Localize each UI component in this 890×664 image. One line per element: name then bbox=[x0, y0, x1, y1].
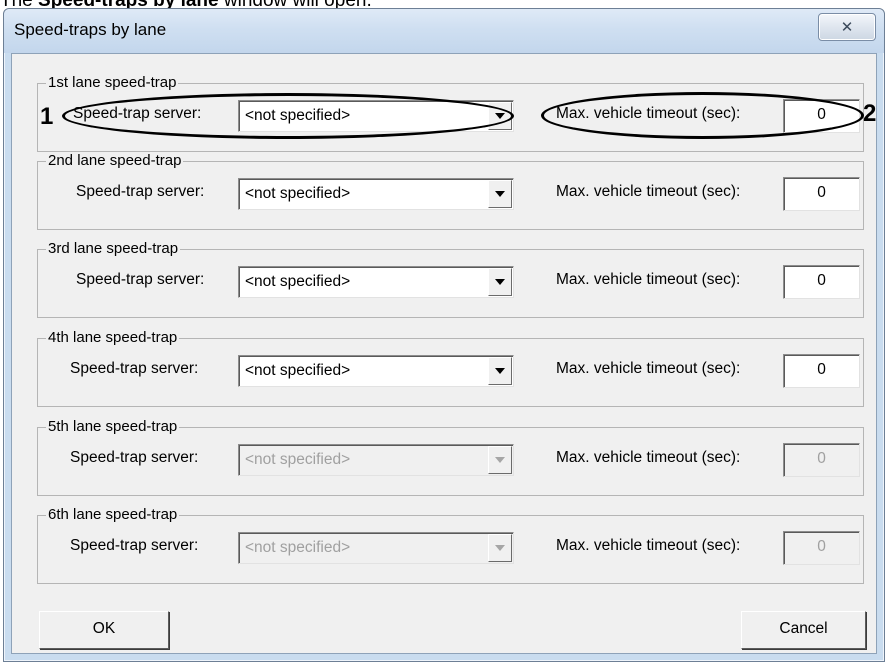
chevron-down-icon bbox=[495, 545, 505, 551]
lane-1-server-select[interactable]: <not specified> bbox=[238, 100, 514, 132]
lane-5-legend: 5th lane speed-trap bbox=[46, 418, 180, 435]
lane-5-server-label: Speed-trap server: bbox=[70, 449, 199, 466]
lane-5-dropdown-button[interactable] bbox=[488, 446, 512, 474]
lane-3-server-select[interactable]: <not specified> bbox=[238, 266, 514, 298]
lane-2-timeout-input[interactable]: 0 bbox=[783, 177, 860, 211]
lane-4-server-select[interactable]: <not specified> bbox=[238, 355, 514, 387]
chevron-down-icon bbox=[495, 191, 505, 197]
cancel-button[interactable]: Cancel bbox=[741, 611, 866, 649]
lane-1-legend: 1st lane speed-trap bbox=[46, 74, 179, 91]
lane-2-server-value: <not specified> bbox=[245, 185, 351, 202]
lane-3-legend: 3rd lane speed-trap bbox=[46, 240, 181, 257]
lane-1-timeout-label: Max. vehicle timeout (sec): bbox=[556, 105, 741, 122]
lane-5-timeout-input[interactable]: 0 bbox=[783, 443, 860, 477]
lane-2-server-select[interactable]: <not specified> bbox=[238, 178, 514, 210]
lane-1-server-label: Speed-trap server: bbox=[73, 105, 202, 122]
title-bar[interactable]: Speed-traps by lane ✕ bbox=[4, 9, 884, 53]
close-icon: ✕ bbox=[840, 18, 854, 36]
close-button[interactable]: ✕ bbox=[818, 13, 876, 41]
lane-5-server-value: <not specified> bbox=[245, 451, 351, 468]
lane-5-timeout-label: Max. vehicle timeout (sec): bbox=[556, 449, 741, 466]
lane-1-timeout-input[interactable]: 0 bbox=[783, 99, 860, 133]
lane-3-dropdown-button[interactable] bbox=[488, 268, 512, 296]
lane-6-server-value: <not specified> bbox=[245, 539, 351, 556]
lane-3-timeout-input[interactable]: 0 bbox=[783, 265, 860, 299]
lane-6-timeout-input[interactable]: 0 bbox=[783, 531, 860, 565]
lane-5-server-select[interactable]: <not specified> bbox=[238, 444, 514, 476]
lane-4-timeout-label: Max. vehicle timeout (sec): bbox=[556, 360, 741, 377]
lane-2-timeout-label: Max. vehicle timeout (sec): bbox=[556, 183, 741, 200]
annotation-marker-2: 2 bbox=[863, 100, 877, 127]
lane-1-dropdown-button[interactable] bbox=[488, 102, 512, 130]
lane-2-dropdown-button[interactable] bbox=[488, 180, 512, 208]
lane-6-group: 6th lane speed-trap Speed-trap server: <… bbox=[37, 506, 864, 584]
dialog-client-area: 1st lane speed-trap Speed-trap server: <… bbox=[11, 53, 877, 654]
lane-3-timeout-label: Max. vehicle timeout (sec): bbox=[556, 271, 741, 288]
lane-4-server-label: Speed-trap server: bbox=[70, 360, 199, 377]
lane-6-dropdown-button[interactable] bbox=[488, 534, 512, 562]
lane-4-server-value: <not specified> bbox=[245, 362, 351, 379]
lane-3-group: 3rd lane speed-trap Speed-trap server: <… bbox=[37, 240, 864, 318]
lane-4-group: 4th lane speed-trap Speed-trap server: <… bbox=[37, 329, 864, 407]
lane-5-group: 5th lane speed-trap Speed-trap server: <… bbox=[37, 418, 864, 496]
ok-button[interactable]: OK bbox=[39, 611, 169, 649]
lane-6-legend: 6th lane speed-trap bbox=[46, 506, 180, 523]
window-title: Speed-traps by lane bbox=[14, 20, 167, 39]
lane-4-timeout-input[interactable]: 0 bbox=[783, 354, 860, 388]
annotation-marker-1: 1 bbox=[40, 103, 54, 130]
lane-3-server-label: Speed-trap server: bbox=[76, 271, 205, 288]
lane-2-server-label: Speed-trap server: bbox=[76, 183, 205, 200]
lane-6-timeout-label: Max. vehicle timeout (sec): bbox=[556, 537, 741, 554]
lane-4-legend: 4th lane speed-trap bbox=[46, 329, 180, 346]
chevron-down-icon bbox=[495, 113, 505, 119]
lane-1-group: 1st lane speed-trap Speed-trap server: <… bbox=[37, 74, 864, 152]
lane-6-server-select[interactable]: <not specified> bbox=[238, 532, 514, 564]
lane-1-server-value: <not specified> bbox=[245, 107, 351, 124]
chevron-down-icon bbox=[495, 457, 505, 463]
lane-6-server-label: Speed-trap server: bbox=[70, 537, 199, 554]
chevron-down-icon bbox=[495, 368, 505, 374]
lane-3-server-value: <not specified> bbox=[245, 273, 351, 290]
lane-2-group: 2nd lane speed-trap Speed-trap server: <… bbox=[37, 152, 864, 230]
lane-4-dropdown-button[interactable] bbox=[488, 357, 512, 385]
speed-traps-window: Speed-traps by lane ✕ 1st lane speed-tra… bbox=[3, 8, 885, 662]
chevron-down-icon bbox=[495, 279, 505, 285]
lane-2-legend: 2nd lane speed-trap bbox=[46, 152, 184, 169]
